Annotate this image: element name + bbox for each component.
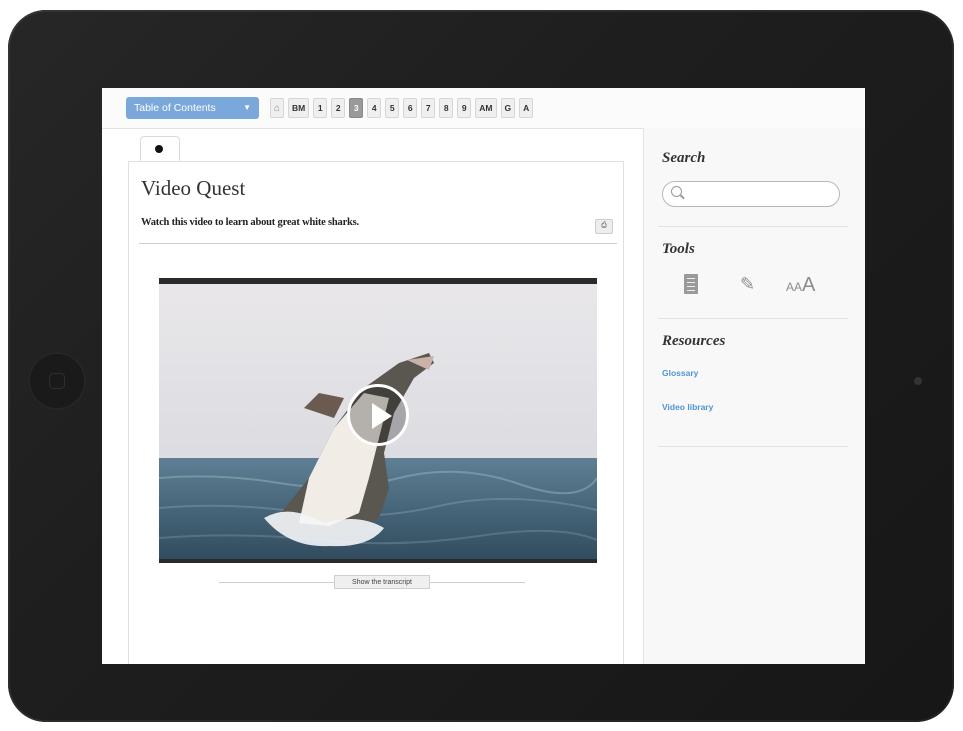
tablet-screen: Table of Contents ▼ ⌂ BM 1 2 3 4 5 6 7 8…: [102, 88, 865, 664]
page-navigation: ⌂ BM 1 2 3 4 5 6 7 8 9 AM G A: [270, 98, 534, 118]
video-bottom-bar: [159, 559, 597, 563]
page-title: Video Quest: [141, 176, 246, 200]
right-sidebar: Search Tools ✎ AAA Resources Glossary Vi…: [643, 128, 865, 664]
home-button[interactable]: [28, 352, 86, 410]
page-subtitle: Watch this video to learn about great wh…: [141, 217, 359, 228]
page-button-3[interactable]: 3: [349, 98, 364, 118]
resource-link-glossary[interactable]: Glossary: [662, 368, 698, 378]
sidebar-divider: [658, 446, 848, 447]
sidebar-divider: [658, 318, 848, 319]
home-page-button[interactable]: ⌂: [270, 98, 285, 118]
resources-heading: Resources: [662, 333, 726, 349]
bullet-icon: [155, 145, 163, 153]
page-button-7[interactable]: 7: [421, 98, 436, 118]
content-tab[interactable]: [140, 136, 180, 163]
tools-heading: Tools: [662, 241, 695, 257]
pencil-icon[interactable]: ✎: [740, 274, 755, 295]
video-player[interactable]: [159, 278, 597, 563]
page-button-5[interactable]: 5: [385, 98, 400, 118]
page-button-am[interactable]: AM: [475, 98, 497, 118]
page-button-1[interactable]: 1: [313, 98, 328, 118]
show-transcript-button[interactable]: Show the transcript: [334, 575, 430, 589]
resource-link-video-library[interactable]: Video library: [662, 402, 713, 412]
content-panel: Video Quest Watch this video to learn ab…: [128, 161, 624, 664]
page-button-4[interactable]: 4: [367, 98, 382, 118]
search-field[interactable]: [662, 181, 840, 207]
main-content: Video Quest Watch this video to learn ab…: [128, 128, 626, 664]
notebook-icon[interactable]: [684, 274, 698, 294]
text-size-icon[interactable]: AAA: [786, 274, 815, 297]
page-button-g[interactable]: G: [500, 98, 516, 118]
home-icon: ⌂: [274, 103, 281, 114]
page-button-6[interactable]: 6: [403, 98, 418, 118]
sidebar-divider: [658, 226, 848, 227]
camera-icon: [914, 377, 922, 385]
page-button-8[interactable]: 8: [439, 98, 454, 118]
page-button-2[interactable]: 2: [331, 98, 346, 118]
top-toolbar: Table of Contents ▼ ⌂ BM 1 2 3 4 5 6 7 8…: [102, 88, 865, 129]
search-input[interactable]: [687, 185, 836, 205]
video-top-bar: [159, 278, 597, 284]
page-button-9[interactable]: 9: [457, 98, 472, 118]
print-button[interactable]: ⎙: [595, 219, 613, 234]
table-of-contents-button[interactable]: Table of Contents ▼: [126, 97, 259, 119]
play-icon: [372, 403, 392, 429]
toc-label: Table of Contents: [134, 102, 216, 114]
chevron-down-icon: ▼: [243, 103, 251, 112]
home-square-icon: [49, 373, 65, 389]
page-button-bm[interactable]: BM: [288, 98, 310, 118]
divider: [139, 243, 617, 244]
search-heading: Search: [662, 150, 706, 166]
play-button[interactable]: [347, 384, 409, 446]
search-icon: [671, 186, 682, 197]
page-button-a[interactable]: A: [519, 98, 534, 118]
